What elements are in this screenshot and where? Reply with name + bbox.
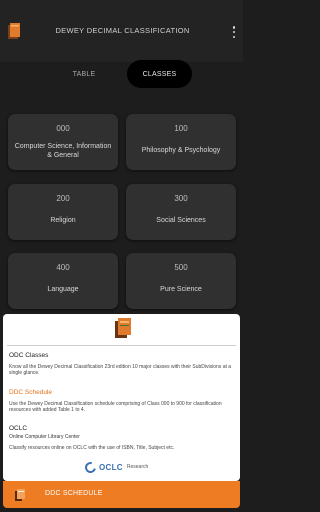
class-label: Philosophy & Psychology	[141, 147, 221, 154]
class-label: Language	[47, 286, 79, 293]
class-label: Religion	[50, 217, 76, 224]
oclc-subtitle: Online Computer Library Center	[9, 434, 80, 440]
info-panel: ODC Classes Know all the Dewey Decimal C…	[3, 314, 240, 481]
class-number: 200	[56, 194, 70, 203]
book-icon	[115, 318, 131, 338]
ddc-schedule-heading[interactable]: DDC Schedule	[9, 389, 52, 396]
class-label: Pure Science	[160, 286, 202, 293]
oclc-mark-icon	[82, 459, 99, 475]
oclc-description: Classify resources online on OCLC with t…	[9, 445, 175, 451]
app-header: DEWEY DECIMAL CLASSIFICATION	[0, 0, 243, 62]
class-card-200[interactable]: 200 Religion	[8, 184, 118, 240]
class-card-000[interactable]: 000 Computer Science, Information & Gene…	[8, 114, 118, 170]
odc-classes-heading[interactable]: ODC Classes	[9, 352, 48, 359]
ddc-schedule-description: Use the Dewey Decimal Classification sch…	[9, 401, 222, 414]
class-number: 000	[56, 124, 70, 133]
class-label: Computer Science, Information & General	[14, 143, 112, 159]
class-card-500[interactable]: 500 Pure Science	[126, 253, 236, 309]
oclc-logo: OCLC Research	[82, 459, 149, 475]
class-number: 400	[56, 263, 70, 272]
oclc-wordmark: OCLC	[99, 462, 123, 472]
more-vertical-icon[interactable]	[229, 24, 239, 40]
class-label: Social Sciences	[156, 217, 206, 224]
class-card-300[interactable]: 300 Social Sciences	[126, 184, 236, 240]
book-icon	[15, 489, 25, 501]
app-screen: DEWEY DECIMAL CLASSIFICATION TABLE CLASS…	[0, 0, 243, 512]
tab-classes[interactable]: CLASSES	[127, 60, 192, 88]
tab-table[interactable]: TABLE	[56, 60, 112, 88]
odc-classes-description: Know all the Dewey Decimal Classificatio…	[9, 364, 232, 377]
divider	[7, 345, 236, 346]
class-number: 100	[174, 124, 188, 133]
oclc-heading[interactable]: OCLC	[9, 425, 27, 432]
oclc-research-label: Research	[126, 464, 149, 470]
bottom-bar-label: DDC SCHEDULE	[45, 490, 103, 497]
class-number: 500	[174, 263, 188, 272]
app-title: DEWEY DECIMAL CLASSIFICATION	[55, 26, 190, 35]
class-number: 300	[174, 194, 188, 203]
class-card-400[interactable]: 400 Language	[8, 253, 118, 309]
ddc-schedule-button[interactable]: DDC SCHEDULE	[3, 481, 240, 508]
class-card-100[interactable]: 100 Philosophy & Psychology	[126, 114, 236, 170]
